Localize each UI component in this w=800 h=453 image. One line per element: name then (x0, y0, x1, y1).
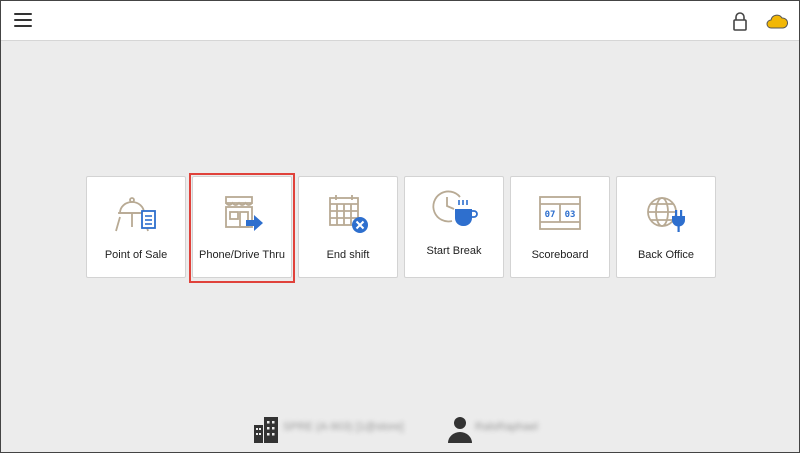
top-bar (1, 1, 799, 41)
app-window: Point of Sale Phone/Drive Thru End shift… (0, 0, 800, 453)
tile-label: Start Break (426, 245, 482, 257)
tile-phone-drive-thru[interactable]: Phone/Drive Thru (192, 176, 292, 278)
tile-label: Scoreboard (531, 249, 589, 261)
point-of-sale-icon (115, 197, 156, 232)
tile-point-of-sale[interactable]: Point of Sale (86, 176, 186, 278)
user-label: RalsRaphael (475, 421, 538, 433)
store-label: SPRE (A-903) [1@store] (283, 421, 404, 433)
tile-scoreboard[interactable]: 07 03 Scoreboard (510, 176, 610, 278)
lock-icon[interactable] (732, 11, 748, 31)
app-tiles: Point of Sale Phone/Drive Thru End shift… (86, 176, 718, 278)
start-break-icon (432, 190, 478, 226)
hamburger-menu-icon[interactable] (14, 13, 32, 27)
tile-end-shift[interactable]: End shift (298, 176, 398, 278)
score-right: 03 (565, 210, 576, 220)
score-left: 07 (545, 210, 556, 220)
phone-drive-thru-icon (225, 196, 263, 231)
status-footer: SPRE (A-903) [1@store] RalsRaphael (253, 415, 553, 443)
user-icon (448, 417, 472, 443)
tile-label: Back Office (637, 249, 695, 261)
tile-start-break[interactable]: Start Break (404, 176, 504, 278)
back-office-icon (647, 197, 685, 232)
scoreboard-icon: 07 03 (539, 196, 581, 230)
cloud-icon[interactable] (766, 13, 788, 29)
building-icon (254, 417, 278, 443)
end-shift-icon (329, 195, 368, 233)
tile-label: Phone/Drive Thru (198, 249, 285, 261)
tile-label: End shift (326, 249, 370, 261)
tile-label: Point of Sale (104, 249, 168, 261)
tile-back-office[interactable]: Back Office (616, 176, 716, 278)
